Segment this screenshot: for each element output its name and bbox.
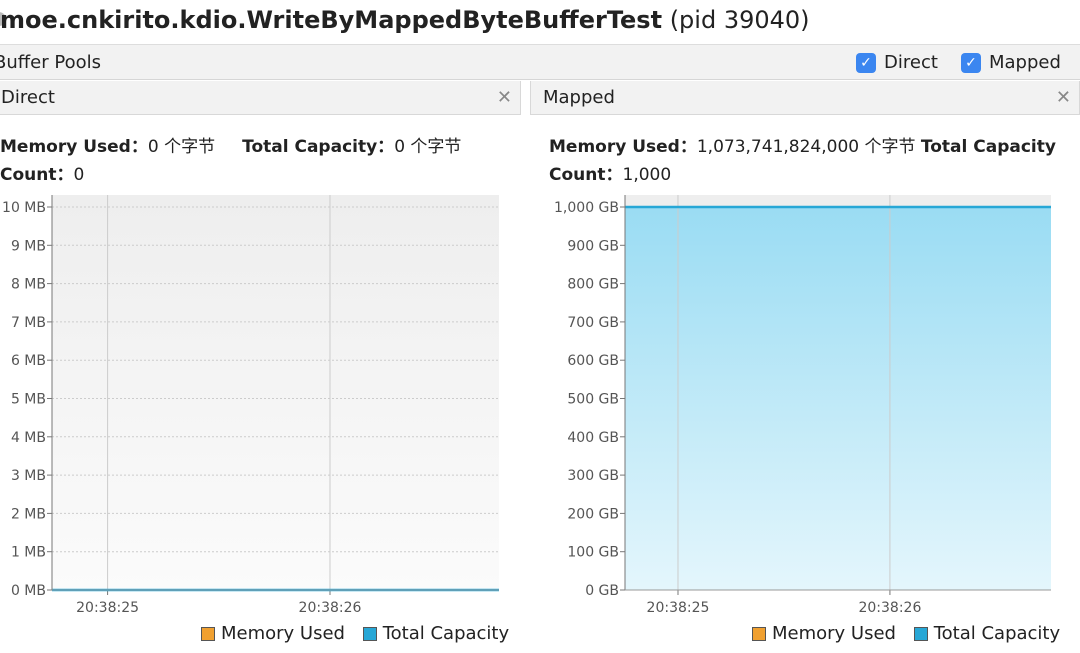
y-tick-label: 4 MB <box>11 430 46 446</box>
x-tick-label: 20:38:25 <box>647 600 710 616</box>
direct-legend: Memory Used Total Capacity <box>201 623 509 644</box>
legend-swatch-memory-used <box>201 626 215 641</box>
tab-label: Direct <box>1 87 55 108</box>
y-tick-label: 100 GB <box>567 545 619 561</box>
x-tick-label: 20:38:25 <box>76 600 139 616</box>
x-tick-label: 20:38:26 <box>299 600 362 616</box>
direct-count: Count：0 <box>0 165 85 185</box>
legend-swatch-memory-used <box>752 626 766 641</box>
total-capacity-area <box>625 207 1051 590</box>
close-icon[interactable]: ✕ <box>1056 87 1071 108</box>
y-tick-label: 6 MB <box>11 353 46 369</box>
y-tick-label: 9 MB <box>11 238 46 254</box>
direct-chart: 0 MB 1 MB 2 MB 3 MB 4 MB 5 MB 6 MB 7 MB 8 MB 9 MB… <box>2 195 499 616</box>
y-tick-label: 800 GB <box>567 277 619 293</box>
legend-swatch-total-capacity <box>913 626 928 641</box>
close-icon[interactable]: ✕ <box>497 87 512 108</box>
y-tick-label: 300 GB <box>567 468 619 484</box>
buffer-pools-label: Buffer Pools <box>0 52 101 73</box>
checkbox-label: Direct <box>884 52 938 73</box>
legend-swatch-total-capacity <box>362 626 377 641</box>
y-tick-label: 400 GB <box>567 430 619 446</box>
y-tick-label: 2 MB <box>11 506 46 522</box>
window-title: moe.cnkirito.kdio.WriteByMappedByteBuffe… <box>0 6 810 34</box>
legend-label: Memory Used <box>221 623 345 644</box>
y-tick-label: 3 MB <box>11 468 46 484</box>
app-name: moe.cnkirito.kdio.WriteByMappedByteBuffe… <box>0 6 663 34</box>
pid: (pid 39040) <box>669 6 810 34</box>
checkbox-label: Mapped <box>989 52 1061 73</box>
y-tick-label: 7 MB <box>11 315 46 331</box>
tab-mapped[interactable]: Mapped ✕ <box>530 81 1080 115</box>
y-tick-label: 10 MB <box>2 200 46 216</box>
y-tick-label: 600 GB <box>567 353 619 369</box>
x-tick-label: 20:38:26 <box>858 600 921 616</box>
y-tick-label: 1,000 GB <box>554 200 619 216</box>
y-tick-label: 700 GB <box>567 315 619 331</box>
mapped-chart: 0 GB 100 GB 200 GB 300 GB 400 GB 500 GB 600 GB… <box>554 195 1051 616</box>
y-tick-label: 0 MB <box>11 583 46 599</box>
y-tick-label: 200 GB <box>567 506 619 522</box>
mapped-count: Count：1,000 <box>549 165 672 185</box>
legend-label: Total Capacity <box>382 623 510 644</box>
mapped-checkbox[interactable]: ✓ Mapped <box>961 52 1061 73</box>
checkmark-icon: ✓ <box>856 52 876 73</box>
direct-memory-stats: Memory Used：0 个字节 Total Capacity：0 个字节 <box>0 137 462 157</box>
tab-label: Mapped <box>543 87 615 108</box>
y-tick-label: 900 GB <box>567 238 619 254</box>
direct-checkbox[interactable]: ✓ Direct <box>856 52 938 73</box>
tab-direct[interactable]: Direct ✕ <box>0 81 521 115</box>
plot-background <box>52 195 499 590</box>
mapped-memory-stats: Memory Used：1,073,741,824,000 个字节 Total … <box>549 137 1056 157</box>
y-tick-label: 0 GB <box>585 583 619 599</box>
y-tick-label: 1 MB <box>11 545 46 561</box>
y-tick-label: 8 MB <box>11 277 46 293</box>
legend-label: Memory Used <box>772 623 896 644</box>
y-tick-label: 5 MB <box>11 392 46 408</box>
mapped-legend: Memory Used Total Capacity <box>752 623 1060 644</box>
checkmark-icon: ✓ <box>961 52 981 73</box>
y-tick-label: 500 GB <box>567 392 619 408</box>
legend-label: Total Capacity <box>933 623 1061 644</box>
